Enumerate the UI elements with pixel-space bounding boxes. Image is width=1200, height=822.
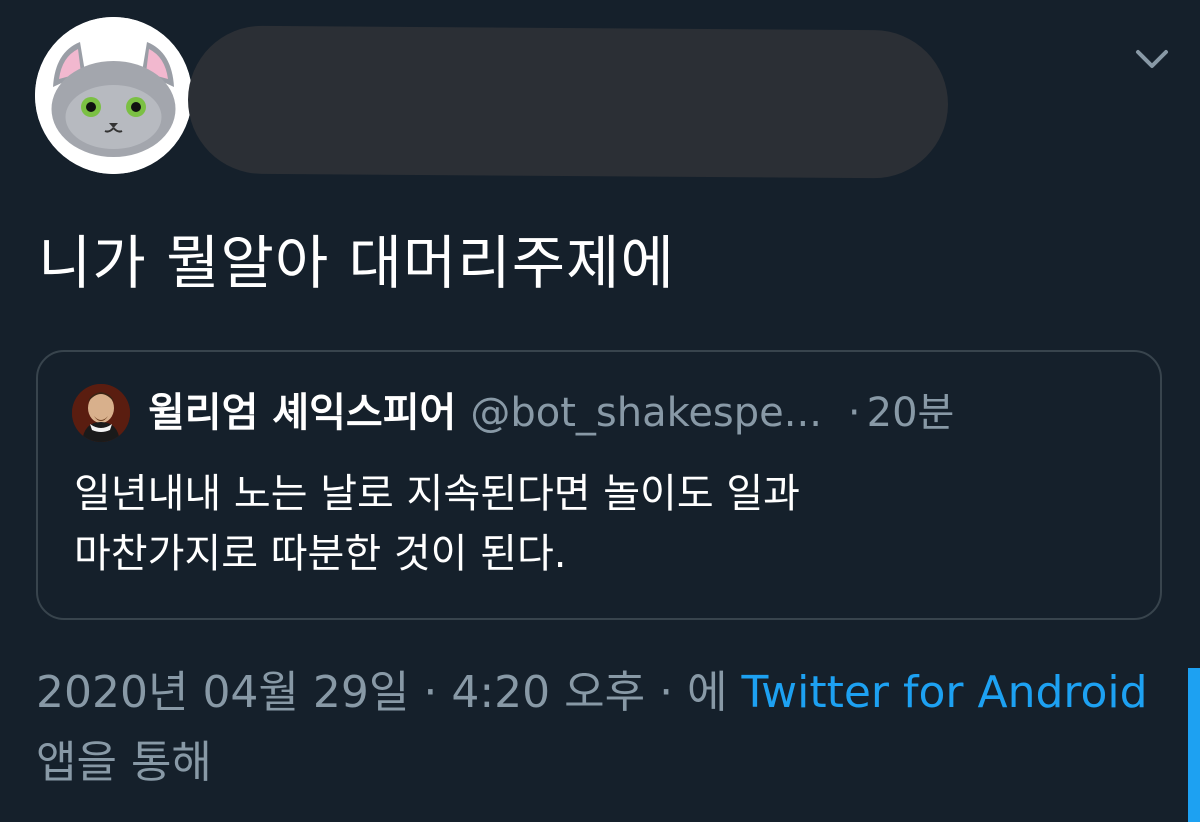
- quoted-author-avatar[interactable]: [72, 384, 130, 442]
- tweet-menu-button[interactable]: [1132, 44, 1172, 74]
- quoted-author-handle[interactable]: @bot_shakespe...: [470, 390, 822, 436]
- tweet-timestamp: 2020년 04월 29일 · 4:20 오후 · 에: [36, 667, 728, 718]
- quoted-author-name[interactable]: 윌리엄 셰익스피어: [148, 390, 456, 436]
- chevron-down-icon: [1136, 50, 1168, 68]
- redacted-author-name: [187, 25, 949, 179]
- tweet-body-text: 니가 뭘알아 대머리주제에: [38, 229, 675, 297]
- quoted-tweet-text: 일년내내 노는 날로 지속된다면 놀이도 일과 마찬가지로 따분한 것이 된다.: [74, 471, 800, 577]
- tweet-source-link[interactable]: Twitter for Android: [742, 667, 1148, 718]
- author-avatar[interactable]: [35, 17, 192, 174]
- scrollbar[interactable]: [1188, 668, 1200, 822]
- quoted-tweet-header: 윌리엄 셰익스피어 @bot_shakespe... · 20분: [148, 380, 954, 446]
- gray-cat-avatar-icon: [35, 17, 192, 174]
- quoted-tweet-time: 20분: [866, 390, 955, 436]
- header-separator: ·: [847, 390, 861, 436]
- quoted-tweet-card[interactable]: 윌리엄 셰익스피어 @bot_shakespe... · 20분 일년내내 노는 날로…: [36, 350, 1162, 620]
- shakespeare-portrait-avatar-icon: [72, 384, 130, 442]
- tweet-detail-page: 니가 뭘알아 대머리주제에 윌리엄 셰익스피어 @bot_shakespe... ·…: [0, 0, 1200, 822]
- tweet-source-suffix: 앱을 통해: [36, 737, 212, 788]
- tweet-metadata: 2020년 04월 29일 · 4:20 오후 · 에 Twitter for …: [36, 658, 1156, 798]
